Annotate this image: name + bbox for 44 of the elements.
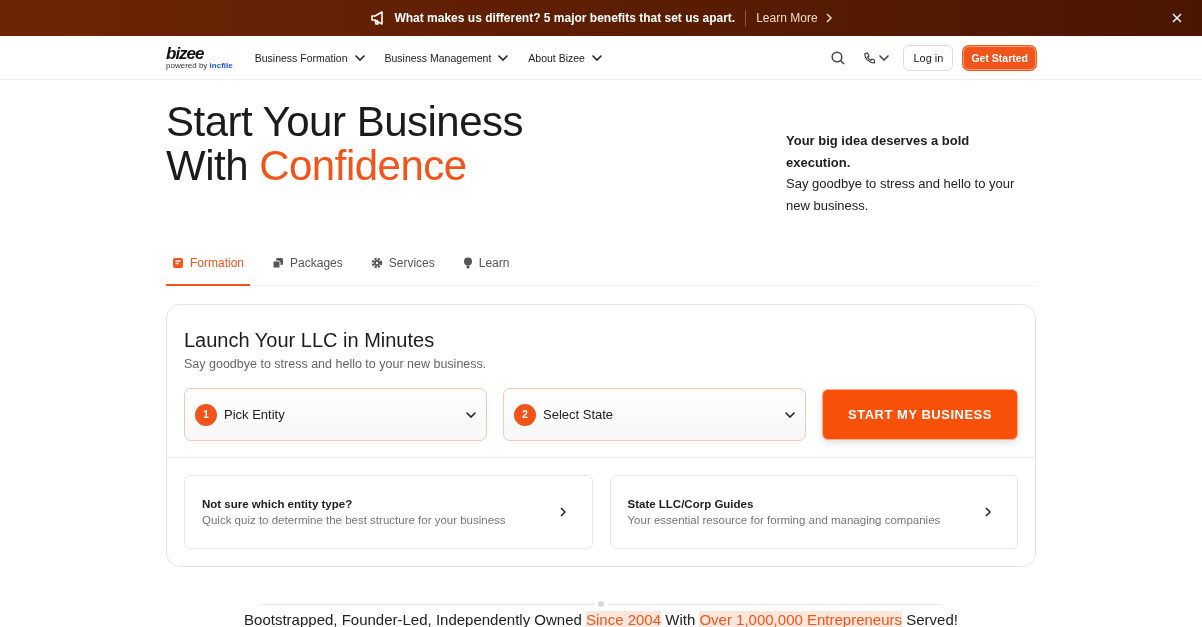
nav-menu-item[interactable]: Business Management: [384, 51, 509, 64]
chevron-down-icon: [591, 54, 602, 61]
dropdown-field[interactable]: 2 Select State: [503, 388, 806, 441]
chevron-right-icon: [985, 507, 991, 517]
document-icon: [172, 257, 184, 269]
gear-icon: [370, 257, 383, 269]
chevron-down-icon: [466, 411, 476, 418]
chevron-right-icon: [825, 13, 832, 23]
dot-icon: [598, 601, 604, 607]
logo-tagline: powered by incfile: [166, 62, 233, 70]
close-icon: [1172, 13, 1182, 23]
login-button[interactable]: Log in: [903, 44, 954, 71]
link-description: Your essential resource for forming and managing companies: [627, 514, 941, 526]
tab[interactable]: Packages: [266, 252, 349, 286]
chevron-down-icon: [498, 54, 509, 61]
stack-icon: [272, 257, 285, 269]
card-subtitle: Say goodbye to stress and hello to your new business.: [184, 357, 488, 371]
hero-heading: Start Your Business With Confidence: [166, 100, 524, 188]
guide-link-card[interactable]: State LLC/Corp Guides Your essential resource for forming and managing companies: [609, 475, 1018, 549]
banner-message: What makes us different? 5 major benefits that set us apart.: [394, 11, 736, 25]
learn-more-link[interactable]: Learn More: [756, 11, 818, 25]
link-title: State LLC/Corp Guides: [627, 498, 755, 510]
phone-icon: [863, 51, 876, 64]
lightbulb-icon: [462, 257, 473, 269]
tab[interactable]: Learn: [456, 252, 516, 286]
card-title: Launch Your LLC in Minutes: [184, 329, 436, 352]
logo[interactable]: bizee: [166, 45, 233, 62]
link-title: Not sure which entity type?: [202, 498, 354, 510]
step-number-badge: 2: [514, 403, 536, 426]
close-button[interactable]: [1170, 11, 1184, 25]
hero-tagline: Your big idea deserves a bold execution. Say goodbye to stress and hello to your new business.: [786, 132, 1016, 215]
chevron-down-icon: [785, 411, 795, 418]
nav-menu-item[interactable]: Business Formation: [254, 51, 365, 64]
chevron-right-icon: [559, 507, 566, 517]
nav-menu-item[interactable]: About Bizee: [528, 51, 602, 64]
dropdown-field[interactable]: 1 Pick Entity: [184, 388, 487, 441]
search-icon: [831, 50, 846, 65]
chevron-down-icon: [879, 54, 890, 61]
chevron-down-icon: [354, 54, 365, 61]
tab[interactable]: Services: [364, 252, 441, 286]
guide-link-card[interactable]: Not sure which entity type? Quick quiz to determine the best structure for your business: [184, 475, 593, 549]
tab[interactable]: Formation: [166, 252, 251, 286]
link-description: Quick quiz to determine the best structure for your business: [202, 514, 506, 526]
step-number-badge: 1: [195, 403, 217, 426]
